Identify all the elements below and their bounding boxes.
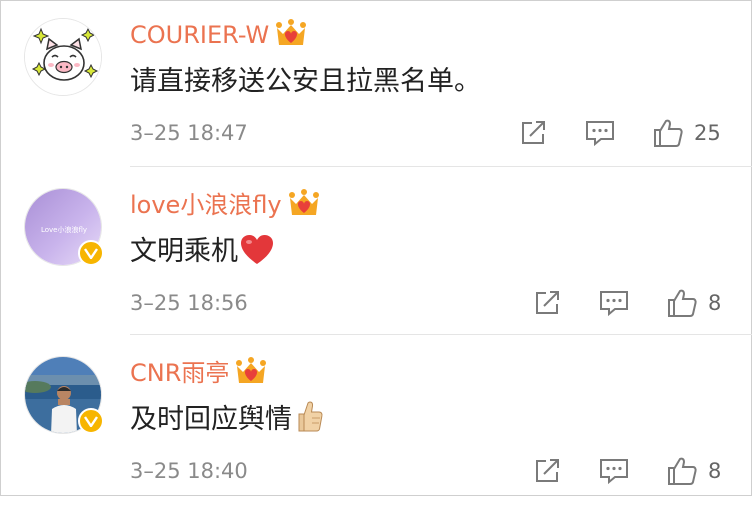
- repost-icon: [522, 121, 545, 144]
- reply-button[interactable]: [584, 116, 616, 150]
- like-button[interactable]: 8: [666, 286, 721, 320]
- like-button[interactable]: 25: [652, 116, 721, 150]
- comment-icon: [586, 121, 614, 147]
- like-button[interactable]: 8: [666, 454, 721, 488]
- username-row: CNR雨亭: [130, 356, 267, 390]
- vip-crown-icon: [288, 189, 319, 215]
- username-row: love小浪浪fly: [130, 188, 320, 222]
- comment-time: 3–25 18:40: [130, 459, 248, 483]
- verified-badge-icon: [78, 240, 104, 266]
- comment-text: 及时回应舆情: [130, 400, 324, 440]
- like-count: 25: [694, 121, 721, 145]
- comment-text-content: 请直接移送公安且拉黑名单。: [130, 66, 481, 97]
- username-link[interactable]: love小浪浪fly: [130, 191, 282, 219]
- comment-text-content: 及时回应舆情: [130, 404, 292, 435]
- comment-text: 文明乘机: [130, 232, 274, 272]
- repost-button[interactable]: [518, 116, 548, 150]
- like-count: 8: [708, 291, 722, 315]
- thumbs-up-icon: [668, 289, 697, 317]
- avatar-caption: Love小浪浪fly: [41, 225, 87, 234]
- pig-avatar-icon: [25, 19, 101, 95]
- repost-icon: [536, 291, 559, 314]
- username-link[interactable]: CNR雨亭: [130, 359, 229, 387]
- thumbs-up-icon: [668, 457, 697, 485]
- username-link[interactable]: COURIER-W: [130, 21, 269, 49]
- comment-text: 请直接移送公安且拉黑名单。: [130, 62, 481, 102]
- thumbs-up-emoji-icon: [298, 401, 323, 432]
- divider: [130, 334, 752, 335]
- username-row: COURIER-W: [130, 18, 307, 52]
- vip-crown-icon: [276, 19, 307, 45]
- divider: [130, 166, 752, 167]
- comment-icon: [600, 291, 628, 317]
- verified-badge-icon: [78, 408, 104, 434]
- reply-button[interactable]: [598, 286, 630, 320]
- comment-time: 3–25 18:56: [130, 291, 248, 315]
- repost-icon: [536, 459, 559, 482]
- repost-button[interactable]: [532, 286, 562, 320]
- comment-item: Love小浪浪fly love小浪浪fly 文明乘机 3–25 18:56 8: [0, 170, 752, 338]
- repost-button[interactable]: [532, 454, 562, 488]
- avatar[interactable]: [24, 18, 102, 96]
- reply-button[interactable]: [598, 454, 630, 488]
- comment-icon: [600, 459, 628, 485]
- like-count: 8: [708, 459, 722, 483]
- comment-item: CNR雨亭 及时回应舆情 3–25 18:40 8: [0, 338, 752, 506]
- comment-time: 3–25 18:47: [130, 121, 248, 145]
- comment-item: COURIER-W 请直接移送公安且拉黑名单。 3–25 18:47 25: [0, 0, 752, 168]
- red-heart-icon: [241, 235, 273, 264]
- comment-text-content: 文明乘机: [130, 236, 238, 267]
- thumbs-up-icon: [654, 119, 683, 147]
- vip-crown-icon: [236, 357, 267, 383]
